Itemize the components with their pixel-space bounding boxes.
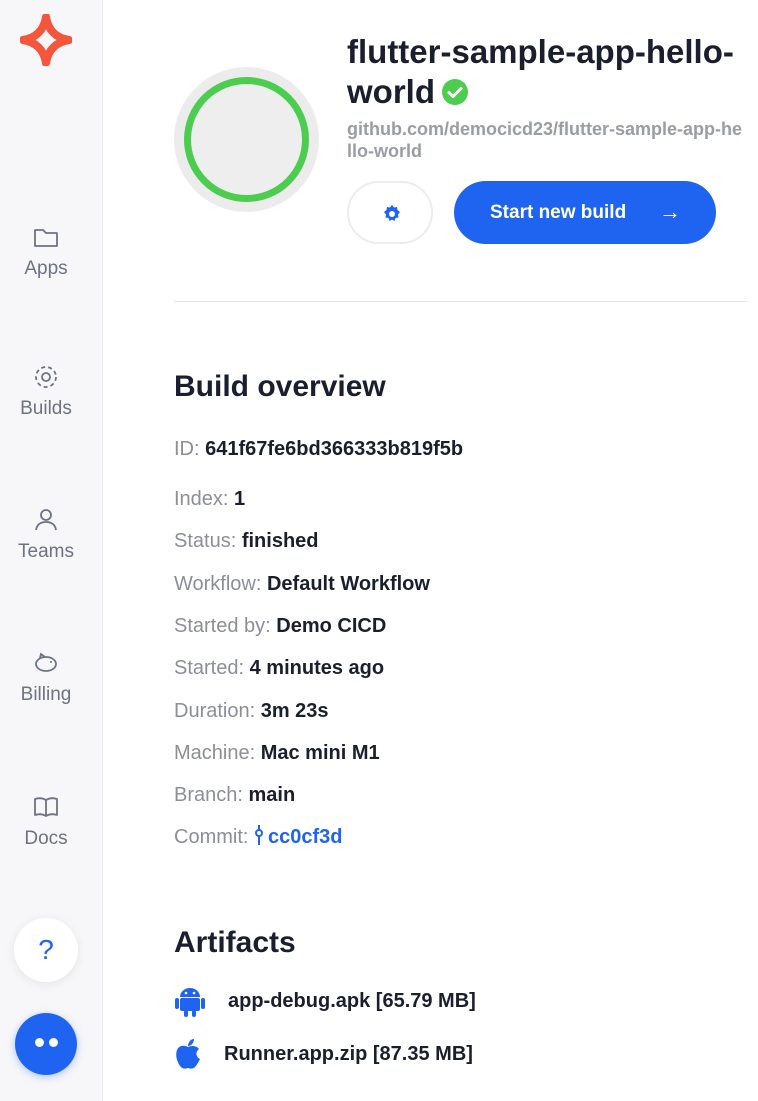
divider <box>174 301 748 302</box>
field-value: 4 minutes ago <box>249 657 385 679</box>
sidebar-item-label: Apps <box>24 258 68 279</box>
field-started-by: Started by: Demo CICD <box>174 613 386 639</box>
apple-icon <box>176 1039 200 1069</box>
folder-icon <box>34 229 58 247</box>
field-workflow: Workflow: Default Workflow <box>174 571 430 597</box>
sidebar-item-label: Teams <box>18 541 74 562</box>
sidebar: Apps Builds Teams Billing Docs ? <box>0 0 103 1101</box>
app-title-text: flutter-sample-app-hello-world <box>347 33 734 110</box>
chat-support-button[interactable] <box>15 1013 77 1075</box>
gear-icon <box>384 205 400 221</box>
field-value: Mac mini M1 <box>260 742 380 764</box>
field-label: ID: <box>174 438 200 460</box>
sidebar-item-label: Billing <box>20 684 72 705</box>
app-avatar <box>174 67 319 212</box>
start-new-build-label: Start new build <box>490 202 627 223</box>
piggy-bank-icon <box>35 652 57 672</box>
field-value: finished <box>241 530 319 552</box>
field-machine: Machine: Mac mini M1 <box>174 740 380 766</box>
artifacts-title: Artifacts <box>174 926 296 959</box>
field-label: Started by: <box>174 615 271 637</box>
field-label: Index: <box>174 488 229 510</box>
field-label: Branch: <box>174 784 243 806</box>
field-duration: Duration: 3m 23s <box>174 698 329 724</box>
sidebar-item-label: Builds <box>20 398 72 419</box>
main-content: flutter-sample-app-hello-world github.co… <box>104 0 758 1101</box>
artifact-name: app-debug.apk [65.79 MB] <box>228 990 476 1012</box>
chat-eye-icon <box>49 1038 58 1047</box>
field-label: Started: <box>174 657 245 679</box>
field-started: Started: 4 minutes ago <box>174 655 384 681</box>
field-label: Commit: <box>174 826 249 848</box>
field-label: Duration: <box>174 700 256 722</box>
field-label: Status: <box>174 530 237 552</box>
user-icon <box>35 509 57 531</box>
sidebar-item-billing[interactable]: Billing <box>0 648 92 706</box>
chat-eye-icon <box>35 1038 44 1047</box>
commit-link[interactable]: cc0cf3d <box>268 826 343 848</box>
field-label: Workflow: <box>174 573 262 595</box>
sidebar-item-teams[interactable]: Teams <box>0 505 92 563</box>
artifact-name: Runner.app.zip [87.35 MB] <box>224 1043 473 1065</box>
app-avatar-status-ring <box>184 77 309 202</box>
android-icon <box>175 988 205 1017</box>
field-value: Default Workflow <box>266 573 430 595</box>
field-value: main <box>248 784 296 806</box>
sidebar-item-docs[interactable]: Docs <box>0 792 92 850</box>
build-overview-title: Build overview <box>174 370 386 403</box>
field-id: ID: 641f67fe6bd366333b819f5b <box>174 436 463 462</box>
help-button[interactable]: ? <box>14 918 78 982</box>
sidebar-item-builds[interactable]: Builds <box>0 362 92 420</box>
field-status: Status: finished <box>174 528 319 554</box>
arrow-right-icon: → <box>659 199 681 224</box>
book-icon <box>34 797 58 817</box>
field-commit: Commit: cc0cf3d <box>174 824 343 850</box>
field-branch: Branch: main <box>174 782 295 808</box>
sidebar-item-label: Docs <box>24 828 68 849</box>
field-value: 3m 23s <box>260 700 329 722</box>
field-value: 1 <box>234 488 246 510</box>
app-settings-button[interactable] <box>347 181 433 244</box>
verified-check-icon <box>442 79 468 105</box>
sidebar-item-apps[interactable]: Apps <box>0 222 92 280</box>
start-new-build-button[interactable]: Start new build → <box>454 181 716 244</box>
field-value: Demo CICD <box>276 615 387 637</box>
app-title: flutter-sample-app-hello-world <box>347 32 747 112</box>
field-index: Index: 1 <box>174 486 245 512</box>
field-value: 641f67fe6bd366333b819f5b <box>205 438 464 460</box>
builds-icon <box>35 366 57 388</box>
codemagic-logo-icon[interactable] <box>20 14 72 66</box>
git-commit-icon <box>255 825 264 845</box>
field-label: Machine: <box>174 742 256 764</box>
repository-url[interactable]: github.com/democicd23/flutter-sample-app… <box>347 118 747 162</box>
